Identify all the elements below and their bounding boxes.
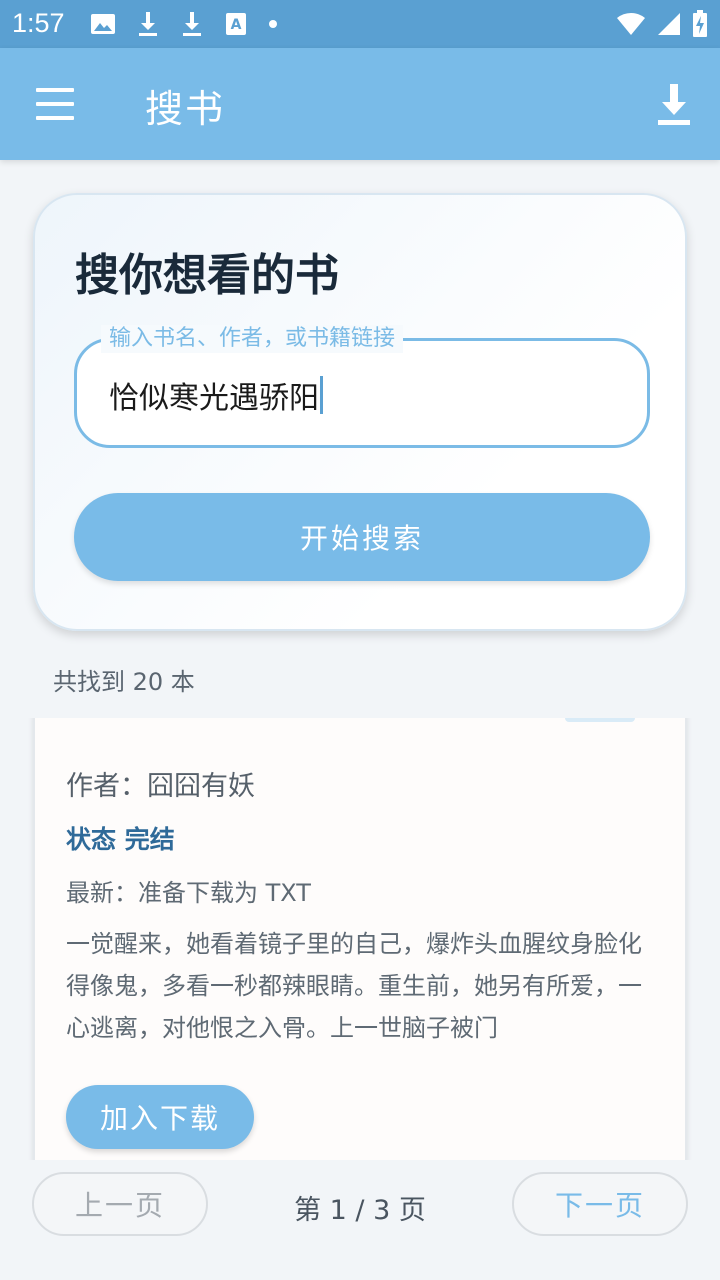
book-latest-chapter: 最新：准备下载为 TXT [66,879,311,907]
font-download-icon: A [226,13,246,35]
download-icon [139,12,157,36]
battery-charging-icon [693,10,707,37]
dot-icon [269,20,277,28]
results-list[interactable]: 作者：囧囧有妖 状态 完结 最新：准备下载为 TXT 一觉醒来，她看着镜子里的自… [0,718,720,1160]
image-icon [91,14,115,34]
text-caret [320,376,323,414]
app-bar: 搜书 [0,48,720,160]
result-count: 共找到 20 本 [53,668,195,696]
book-status: 状态 完结 [66,825,175,854]
search-heading: 搜你想看的书 [75,250,339,301]
signal-icon [658,13,680,35]
download-icon [183,12,201,36]
search-input[interactable]: 输入书名、作者，或书籍链接 恰似寒光遇骄阳 [74,325,650,448]
start-search-button[interactable]: 开始搜索 [74,493,650,581]
status-bar: 1:57 A [0,0,720,48]
prev-page-button[interactable]: 上一页 [32,1172,208,1236]
download-icon[interactable] [654,80,694,128]
search-input-value[interactable]: 恰似寒光遇骄阳 [109,373,323,417]
wifi-icon [617,12,645,35]
add-to-download-button[interactable]: 加入下载 [66,1085,254,1149]
status-notification-icons: A [90,10,278,38]
search-input-text: 恰似寒光遇骄阳 [109,381,319,416]
status-system-icons [616,10,708,38]
next-page-button[interactable]: 下一页 [512,1172,688,1236]
search-input-label: 输入书名、作者，或书籍链接 [101,325,404,353]
search-card: 搜你想看的书 输入书名、作者，或书籍链接 恰似寒光遇骄阳 开始搜索 [33,193,687,631]
page-indicator: 第 1 / 3 页 [294,1195,426,1226]
book-result-card[interactable]: 作者：囧囧有妖 状态 完结 最新：准备下载为 TXT 一觉醒来，她看着镜子里的自… [33,718,687,1160]
app-title: 搜书 [145,87,226,131]
status-time: 1:57 [12,8,65,38]
book-description: 一觉醒来，她看着镜子里的自己，爆炸头血腥纹身脸化得像鬼，多看一秒都辣眼睛。重生前… [66,930,642,1042]
menu-icon[interactable] [28,84,84,124]
card-top-decoration [565,718,635,722]
book-author: 作者：囧囧有妖 [66,771,255,802]
svg-text:A: A [231,17,242,33]
pagination: 上一页 第 1 / 3 页 下一页 [0,1160,720,1280]
